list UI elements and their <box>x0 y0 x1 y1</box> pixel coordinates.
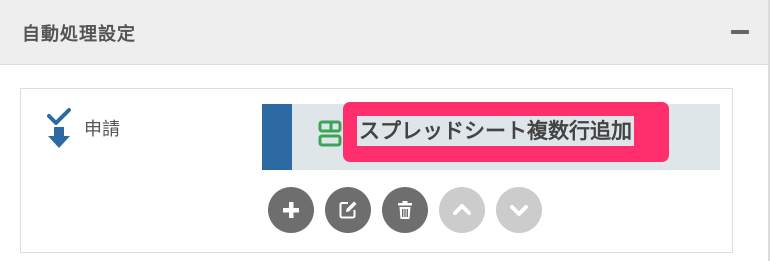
action-card-stripe <box>262 104 292 170</box>
step-label: 申請 <box>84 119 120 140</box>
minus-icon[interactable] <box>731 30 749 34</box>
delete-button[interactable] <box>382 187 428 233</box>
chevron-up-icon <box>453 204 471 215</box>
plus-icon <box>283 202 299 218</box>
move-up-button[interactable] <box>439 187 485 233</box>
move-down-button[interactable] <box>496 187 542 233</box>
panel-header: 自動処理設定 <box>0 0 768 65</box>
edit-button[interactable] <box>325 187 371 233</box>
action-title[interactable]: スプレッドシート複数行追加 <box>357 116 634 146</box>
chevron-down-icon <box>510 205 528 216</box>
add-button[interactable] <box>268 187 314 233</box>
panel-title: 自動処理設定 <box>22 24 136 45</box>
trash-icon <box>398 201 412 219</box>
edit-icon <box>339 201 357 219</box>
double-down-arrow-icon <box>46 108 72 150</box>
